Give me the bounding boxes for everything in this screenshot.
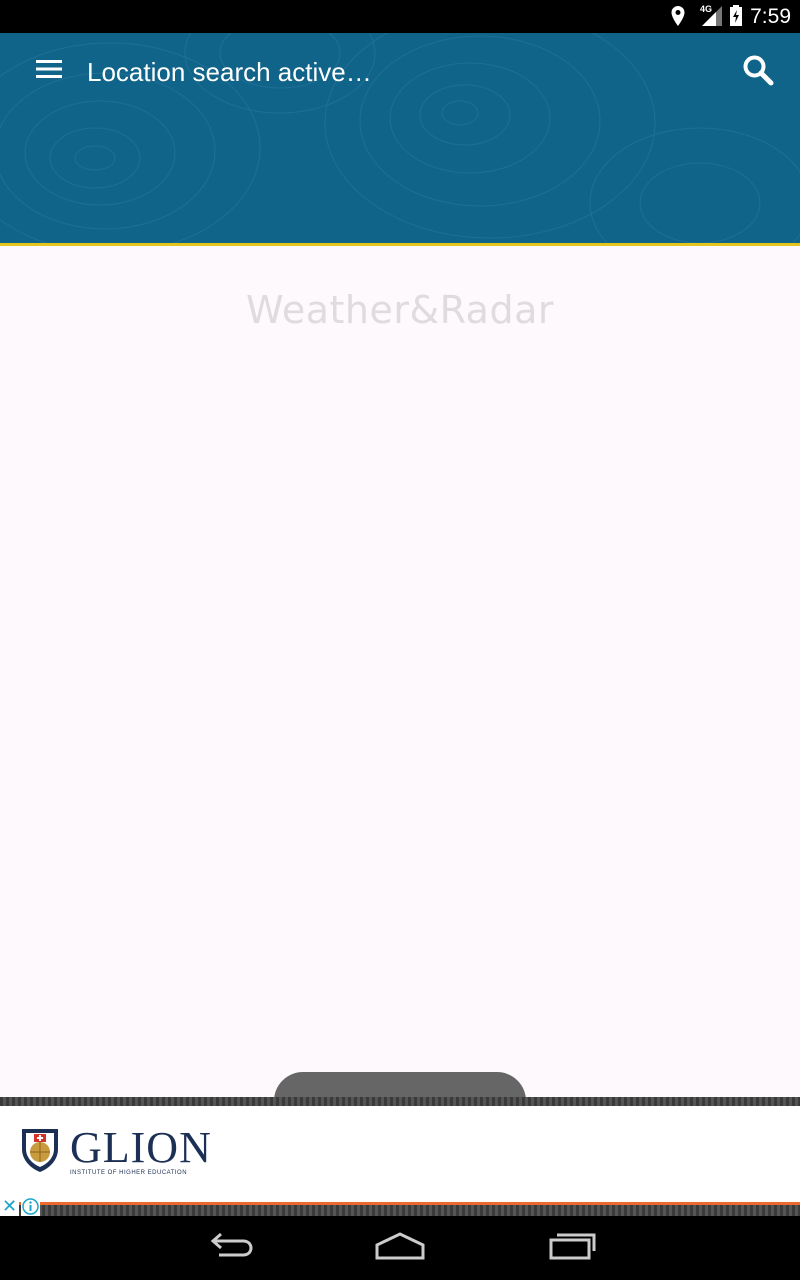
app-bar-title: Location search active… [87,57,372,87]
battery-icon [729,5,743,32]
hamburger-menu-icon [36,59,62,84]
search-button[interactable] [734,50,782,94]
info-icon[interactable] [21,1197,40,1216]
recents-button[interactable] [512,1216,632,1280]
ad-stripe-bottom [0,1205,800,1216]
home-button[interactable] [340,1216,460,1280]
ad-brand-block: GLION INSTITUTE OF HIGHER EDUCATION [70,1122,212,1176]
shield-icon [20,1125,60,1178]
home-icon [374,1231,426,1266]
network-type-label: 4G [700,4,713,14]
system-nav-bar [0,1216,800,1280]
back-icon [205,1231,255,1266]
ad-logo[interactable]: GLION INSTITUTE OF HIGHER EDUCATION [20,1125,212,1178]
ad-stripe-top [0,1097,800,1106]
ad-brand-name: GLION [70,1122,212,1172]
recents-icon [548,1231,596,1266]
app-bar-accent-line [0,243,800,246]
status-time: 7:59 [750,5,791,28]
location-icon [670,5,686,32]
ad-banner[interactable]: GLION INSTITUTE OF HIGHER EDUCATION ✕ [0,1097,800,1216]
status-bar: 4G 7:59 [0,0,800,33]
menu-button[interactable] [24,53,74,89]
app-watermark-logo: Weather&Radar [245,288,554,332]
search-icon [742,54,774,91]
close-icon[interactable]: ✕ [0,1197,19,1216]
back-button[interactable] [170,1216,290,1280]
